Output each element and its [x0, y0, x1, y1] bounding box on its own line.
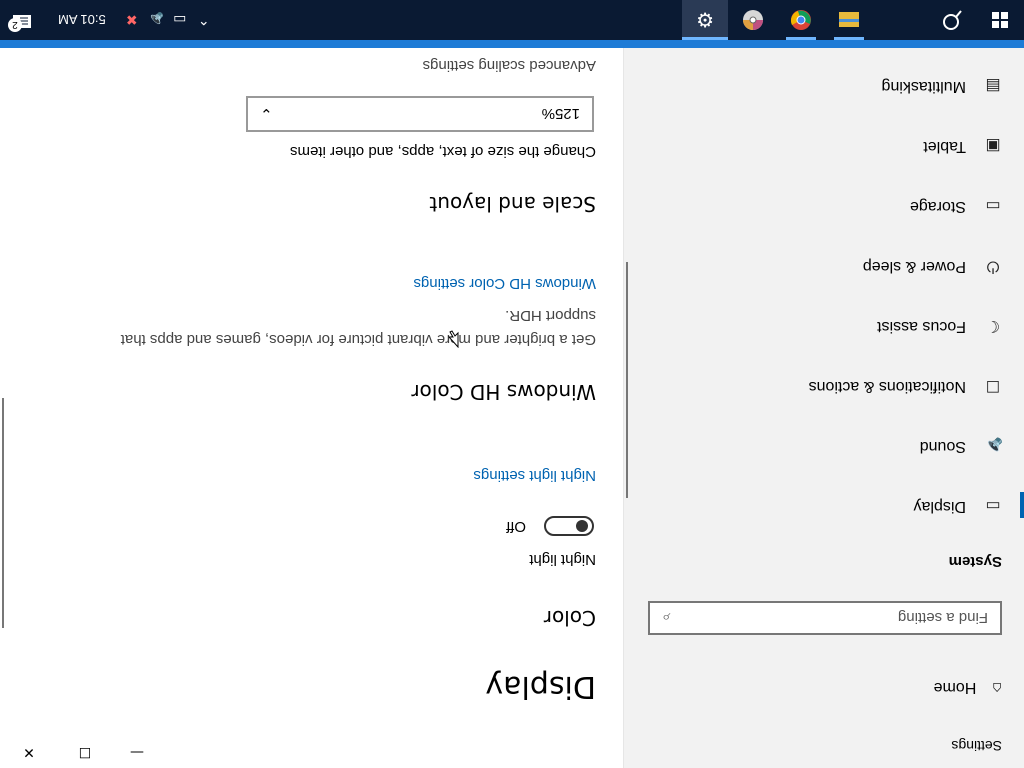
battery-icon[interactable]: ▭ [168, 12, 192, 29]
taskbar-chrome[interactable] [778, 0, 824, 40]
network-icon[interactable]: ✖ [120, 12, 144, 29]
settings-app-icon: ⚙ [696, 8, 714, 32]
search-placeholder: Find a setting [897, 609, 988, 627]
toggle-knob [576, 520, 588, 532]
night-light-state: Off [506, 518, 526, 535]
hd-color-description-2: support HDR. [505, 307, 596, 324]
night-light-label: Night light [529, 551, 596, 568]
sidebar-item-label: Multitasking [881, 78, 966, 95]
notification-count-badge: 2 [8, 18, 22, 32]
sidebar-item-label: Focus assist [877, 318, 966, 335]
search-icon: ⌕ [662, 609, 671, 627]
taskbar-accent-strip [0, 40, 1024, 48]
sidebar-item-power-sleep[interactable]: ⏻ Power & sleep [624, 236, 1024, 296]
pane-divider [623, 48, 624, 768]
taskbar-settings[interactable]: ⚙ [682, 0, 728, 40]
maximize-button[interactable]: ☐ [56, 736, 114, 768]
taskbar-media[interactable] [730, 0, 776, 40]
close-icon: ✕ [23, 744, 35, 760]
nav-home-label: Home [933, 679, 977, 696]
sidebar-item-tablet[interactable]: ▣ Tablet [624, 116, 1024, 176]
sidebar-item-display[interactable]: ▭ Display [624, 476, 1024, 536]
hd-color-heading: Windows HD Color [411, 380, 596, 404]
home-icon: ⌂ [992, 679, 1002, 696]
sidebar-item-sound[interactable]: 🔈 Sound [624, 416, 1024, 476]
chrome-app-icon [790, 10, 811, 30]
taskbar-search-button[interactable] [928, 0, 976, 40]
hd-color-description: Get a brighter and more vibrant picture … [120, 331, 596, 348]
sidebar-item-label: Tablet [923, 138, 966, 155]
start-button[interactable] [976, 0, 1024, 40]
action-center-button[interactable]: 2 [0, 0, 44, 40]
display-icon: ▭ [985, 497, 1001, 514]
tablet-icon: ▣ [985, 137, 1001, 154]
minimize-icon: — [130, 744, 144, 760]
sound-icon: 🔈 [983, 437, 1003, 454]
search-input[interactable]: Find a setting ⌕ [648, 601, 1002, 635]
search-icon [943, 10, 962, 30]
maximize-icon: ☐ [78, 744, 92, 760]
sidebar-item-storage[interactable]: ▭ Storage [624, 176, 1024, 236]
sidebar-item-label: Power & sleep [862, 258, 966, 275]
close-button[interactable]: ✕ [0, 736, 58, 768]
windows-logo-icon [992, 12, 1008, 28]
night-light-settings-link[interactable]: Night light settings [473, 467, 596, 484]
scale-dropdown[interactable]: 125% ⌄ [246, 96, 594, 132]
taskbar-file-explorer[interactable] [826, 0, 872, 40]
chevron-up-icon[interactable]: ⌃ [192, 12, 216, 29]
power-icon: ⏻ [986, 258, 1000, 275]
nav-home[interactable]: ⌂ Home [934, 678, 1002, 696]
file-explorer-app-icon [839, 12, 859, 27]
moon-icon: ☾ [985, 317, 1001, 334]
sidebar-item-label: Notifications & actions [808, 378, 966, 395]
scale-layout-heading: Scale and layout [429, 192, 596, 216]
minimize-button[interactable]: — [108, 736, 166, 768]
app-running-indicator [834, 37, 864, 40]
night-light-toggle[interactable] [544, 516, 594, 536]
sidebar-item-focus-assist[interactable]: ☾ Focus assist [624, 296, 1024, 356]
page-title: Display [485, 669, 596, 704]
main-scrollbar[interactable] [2, 398, 4, 628]
scale-value: 125% [541, 105, 580, 123]
sidebar-item-label: Display [913, 498, 966, 515]
clock[interactable]: 5:01 AM [44, 13, 120, 28]
advanced-scaling-link[interactable]: Advanced scaling settings [423, 57, 596, 74]
color-heading: Color [543, 606, 596, 630]
mouse-cursor-icon [447, 330, 459, 348]
section-title: System [948, 553, 1002, 570]
multitasking-icon: ▤ [985, 77, 1001, 94]
navigation-pane: Settings ⌂ Home Find a setting ⌕ System … [624, 48, 1024, 768]
volume-icon[interactable]: 🔈 [144, 12, 168, 29]
app-running-indicator [786, 37, 816, 40]
sidebar-item-label: Sound [919, 438, 966, 455]
storage-icon: ▭ [985, 197, 1001, 214]
sidebar-item-notifications[interactable]: ☐ Notifications & actions [624, 356, 1024, 416]
system-tray: ⌃ ▭ 🔈 ✖ 5:01 AM 2 [0, 0, 216, 40]
notifications-icon: ☐ [985, 377, 1001, 394]
window-title: Settings [951, 738, 1002, 754]
scale-description: Change the size of text, apps, and other… [289, 143, 596, 160]
chevron-down-icon: ⌄ [260, 105, 273, 122]
sidebar-item-multitasking[interactable]: ▤ Multitasking [624, 56, 1024, 116]
nav-scrollbar[interactable] [626, 262, 628, 498]
screen: Settings ⌂ Home Find a setting ⌕ System … [0, 0, 1024, 768]
hd-color-settings-link[interactable]: Windows HD Color settings [413, 275, 596, 292]
media-app-icon [743, 10, 763, 30]
sidebar-item-label: Storage [909, 198, 966, 215]
